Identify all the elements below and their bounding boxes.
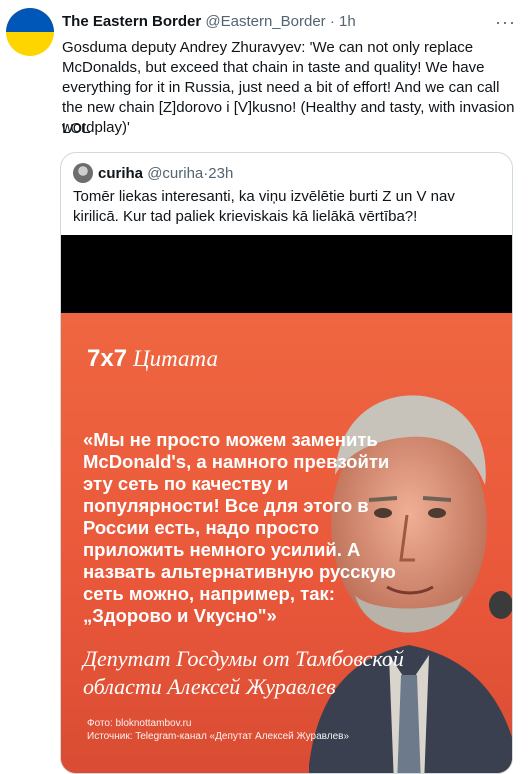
logo-script: Цитата [133, 346, 218, 371]
image-credits: Фото: bloknottambov.ru Источник: Telegra… [87, 717, 349, 743]
tweet-header: The Eastern Border @Eastern_Border · 1h [62, 13, 356, 30]
tweet-time[interactable]: 1h [339, 13, 356, 30]
logo-text: 7x7 [87, 345, 128, 372]
quoted-tweet-header: curiha @curiha · 23h [73, 163, 233, 183]
quoted-author-handle[interactable]: @curiha [147, 165, 203, 182]
author-name[interactable]: The Eastern Border [62, 13, 201, 30]
tweet-text: Gosduma deputy Andrey Zhuravyev: 'We can… [62, 39, 519, 136]
source-credit: Источник: Telegram-канал «Депутат Алексе… [87, 731, 350, 742]
image-quote-text: «Мы не просто можем заменить McDonald's,… [83, 429, 401, 626]
quoted-tweet-text: Tomēr liekas interesanti, ka viņu izvēlē… [73, 188, 455, 225]
photo-credit: Фото: bloknottambov.ru [87, 718, 192, 729]
quoted-tweet-time[interactable]: 23h [208, 165, 233, 182]
author-handle[interactable]: @Eastern_Border [205, 13, 325, 30]
image-attribution: Депутат Госдумы от Тамбовской области Ал… [83, 646, 404, 699]
quoted-tweet-image[interactable]: 7x7 Цитата «Мы не просто можем заменить M… [61, 235, 512, 773]
separator-dot: · [325, 13, 340, 30]
more-options-icon[interactable]: ··· [495, 12, 516, 33]
brand-logo: 7x7 Цитата [87, 345, 218, 373]
image-top-black-band [61, 235, 512, 313]
quoted-author-avatar[interactable] [73, 163, 93, 183]
author-avatar[interactable] [6, 8, 54, 56]
quoted-tweet[interactable]: curiha @curiha · 23h Tomēr liekas intere… [60, 152, 513, 774]
flag-blue-stripe [6, 8, 54, 32]
tweet-text-line-2: LOL [62, 120, 91, 137]
quoted-author-name[interactable]: curiha [98, 165, 143, 182]
